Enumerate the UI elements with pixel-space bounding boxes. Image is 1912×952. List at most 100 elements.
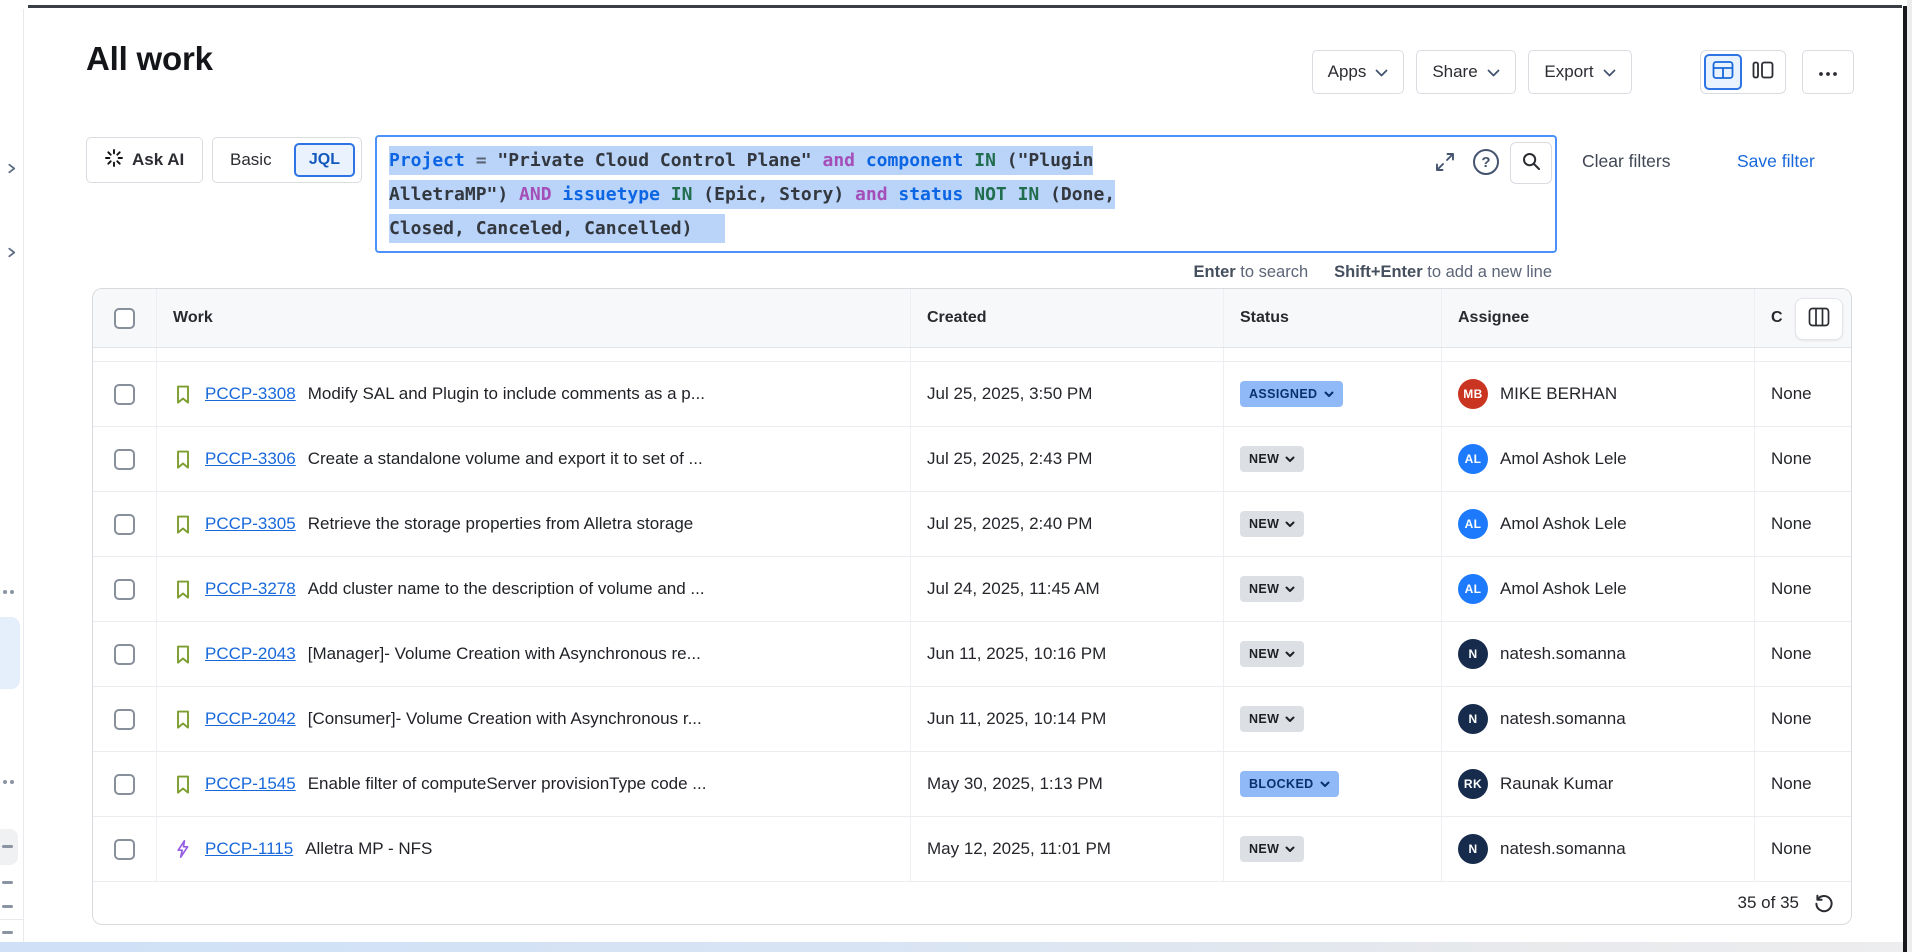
column-header-status[interactable]: Status: [1223, 289, 1441, 347]
issue-summary: Enable filter of computeServer provision…: [308, 774, 707, 794]
apps-button[interactable]: Apps: [1312, 50, 1404, 94]
work-item: PCCP-2042[Consumer]- Volume Creation wit…: [173, 709, 702, 729]
sidebar-item-stub: [2, 905, 13, 908]
row-checkbox[interactable]: [114, 709, 135, 730]
work-item: PCCP-2043 [Manager]- Volume Creation with…: [173, 644, 701, 664]
status-badge[interactable]: NEW: [1240, 511, 1304, 537]
status-badge[interactable]: NEW: [1240, 576, 1304, 602]
issue-key-link[interactable]: PCCP-3308: [205, 384, 296, 404]
c-field[interactable]: None: [1754, 557, 1851, 621]
save-filter-button[interactable]: Save filter: [1737, 151, 1815, 172]
clear-filters-button[interactable]: Clear filters: [1582, 151, 1671, 172]
status-badge[interactable]: NEW: [1240, 706, 1304, 732]
row-checkbox[interactable]: [114, 449, 135, 470]
ask-ai-button[interactable]: Ask AI: [86, 137, 203, 183]
detail-view-button[interactable]: [1744, 54, 1782, 90]
more-options-button[interactable]: [1802, 50, 1854, 94]
c-value: None: [1771, 514, 1812, 534]
c-field[interactable]: None: [1754, 492, 1851, 556]
issue-summary: Modify SAL and Plugin to include comment…: [308, 384, 705, 404]
assignee-field[interactable]: RKRaunak Kumar: [1458, 769, 1613, 799]
status-badge[interactable]: NEW: [1240, 836, 1304, 862]
assignee-field[interactable]: ALAmol Ashok Lele: [1458, 509, 1627, 539]
row-checkbox[interactable]: [114, 384, 135, 405]
created-value: Jul 25, 2025, 3:50 PM: [927, 384, 1092, 404]
c-value: None: [1771, 774, 1812, 794]
c-field[interactable]: None: [1754, 687, 1851, 751]
c-field[interactable]: None: [1754, 622, 1851, 686]
created-cell: May 30, 2025, 1:13 PM: [910, 752, 1223, 816]
export-button[interactable]: Export: [1528, 50, 1632, 94]
assignee-field[interactable]: MBMIKE BERHAN: [1458, 379, 1617, 409]
jql-mode-button[interactable]: JQL: [294, 143, 355, 177]
issue-key-link[interactable]: PCCP-3306: [205, 449, 296, 469]
c-field[interactable]: None: [1754, 427, 1851, 491]
story-icon: [173, 449, 193, 469]
c-field[interactable]: None: [1754, 362, 1851, 426]
sidebar-active-item[interactable]: [0, 617, 20, 689]
share-button[interactable]: Share: [1416, 50, 1516, 94]
select-all-checkbox[interactable]: [114, 308, 135, 329]
assignee-field[interactable]: Nnatesh.somanna: [1458, 704, 1626, 734]
sidebar-expand-icon[interactable]: [6, 161, 17, 179]
status-badge[interactable]: ASSIGNED: [1240, 381, 1343, 407]
window-top-edge: [28, 5, 1902, 8]
status-label: ASSIGNED: [1249, 387, 1318, 401]
refresh-button[interactable]: [1813, 892, 1835, 914]
issue-key-link[interactable]: PCCP-2042: [205, 709, 296, 729]
issue-summary: Add cluster name to the description of v…: [308, 579, 705, 599]
assignee-field[interactable]: ALAmol Ashok Lele: [1458, 444, 1627, 474]
status-badge[interactable]: BLOCKED: [1240, 771, 1339, 797]
chevron-down-icon: [1487, 62, 1500, 82]
assignee-name: MIKE BERHAN: [1500, 384, 1617, 404]
column-header-assignee[interactable]: Assignee: [1441, 289, 1754, 347]
c-value: None: [1771, 384, 1812, 404]
issue-key-link[interactable]: PCCP-1545: [205, 774, 296, 794]
c-value: None: [1771, 579, 1812, 599]
issue-key-link[interactable]: PCCP-3278: [205, 579, 296, 599]
issue-key-link[interactable]: PCCP-3305: [205, 514, 296, 534]
c-value: None: [1771, 709, 1812, 729]
status-badge[interactable]: NEW: [1240, 641, 1304, 667]
table-view-button[interactable]: [1704, 54, 1742, 90]
status-badge[interactable]: NEW: [1240, 446, 1304, 472]
search-hint: Enter to searchShift+Enter to add a new …: [900, 263, 1552, 282]
issue-summary: [Manager]- Volume Creation with Asynchro…: [308, 644, 701, 664]
sidebar-expand-icon[interactable]: [6, 245, 17, 263]
column-header-work[interactable]: Work: [156, 289, 910, 347]
story-icon: [173, 514, 193, 534]
column-header-created[interactable]: Created: [910, 289, 1223, 347]
row-checkbox[interactable]: [114, 839, 135, 860]
row-checkbox[interactable]: [114, 644, 135, 665]
window-right-edge: [1903, 6, 1907, 952]
assignee-name: Amol Ashok Lele: [1500, 514, 1627, 534]
help-icon[interactable]: ?: [1473, 149, 1499, 175]
ask-ai-label: Ask AI: [132, 150, 184, 170]
sidebar-dots-icon: [3, 771, 17, 789]
hint-enter-text: to search: [1236, 263, 1308, 281]
table-row: PCCP-2042[Consumer]- Volume Creation wit…: [93, 687, 1851, 752]
assignee-field[interactable]: ALAmol Ashok Lele: [1458, 574, 1627, 604]
table-view-icon: [1712, 60, 1734, 85]
assignee-field[interactable]: Nnatesh.somanna: [1458, 639, 1626, 669]
c-value: None: [1771, 839, 1812, 859]
issue-summary: Alletra MP - NFS: [305, 839, 432, 859]
page-title: All work: [86, 40, 213, 78]
row-checkbox[interactable]: [114, 514, 135, 535]
issue-key-link[interactable]: PCCP-1115: [205, 839, 293, 859]
status-label: NEW: [1249, 517, 1279, 531]
columns-settings-button[interactable]: [1795, 298, 1843, 340]
row-checkbox[interactable]: [114, 579, 135, 600]
basic-mode-button[interactable]: Basic: [230, 150, 272, 170]
row-checkbox[interactable]: [114, 774, 135, 795]
created-value: Jul 25, 2025, 2:43 PM: [927, 449, 1092, 469]
c-field[interactable]: None: [1754, 817, 1851, 881]
issue-key-link[interactable]: PCCP-2043: [205, 644, 296, 664]
search-button[interactable]: [1510, 142, 1552, 184]
c-field[interactable]: None: [1754, 752, 1851, 816]
assignee-name: natesh.somanna: [1500, 709, 1626, 729]
assignee-field[interactable]: Nnatesh.somanna: [1458, 834, 1626, 864]
jql-editor[interactable]: Project = "Private Cloud Control Plane" …: [375, 135, 1557, 253]
expand-editor-button[interactable]: [1433, 150, 1457, 174]
partially-scrolled-row: [93, 348, 1851, 362]
